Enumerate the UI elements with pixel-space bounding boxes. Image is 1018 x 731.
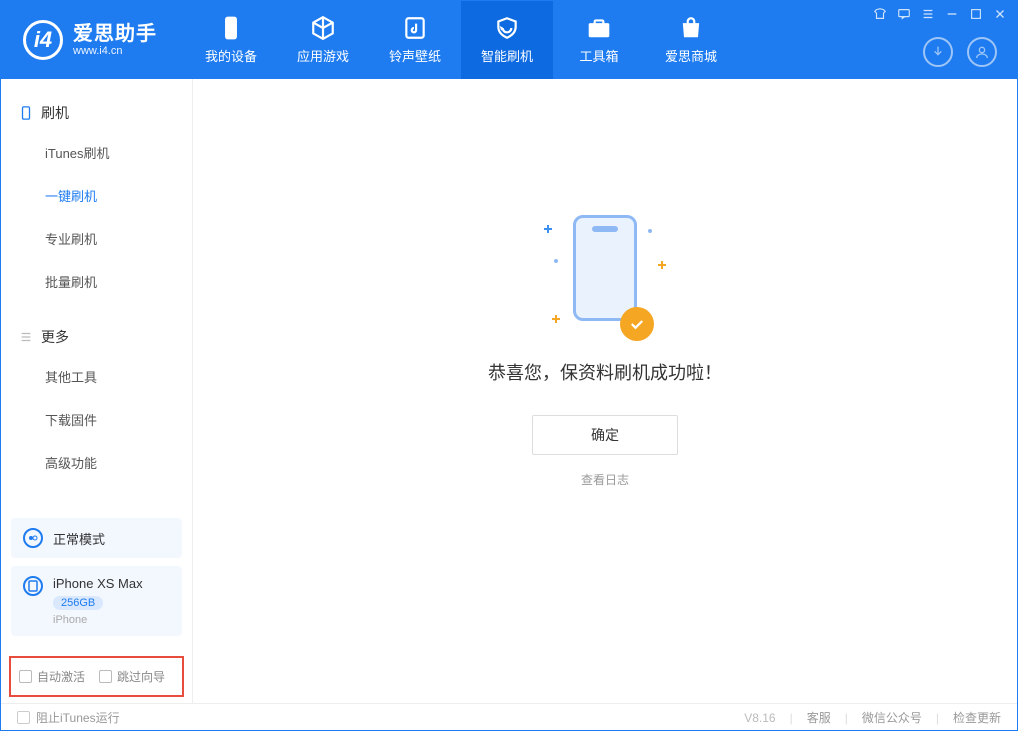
window-controls bbox=[873, 7, 1007, 21]
app-title: 爱思助手 bbox=[73, 23, 157, 45]
view-log-link[interactable]: 查看日志 bbox=[581, 471, 629, 488]
mode-label: 正常模式 bbox=[53, 529, 105, 548]
sidebar-section-more: 更多 其他工具 下载固件 高级功能 bbox=[1, 303, 192, 484]
sidebar: 刷机 iTunes刷机 一键刷机 专业刷机 批量刷机 更多 其他工具 下载固件 … bbox=[1, 79, 193, 703]
list-icon bbox=[19, 330, 33, 344]
success-illustration bbox=[562, 215, 648, 335]
sparkle-icon bbox=[552, 315, 560, 323]
check-badge-icon bbox=[620, 307, 654, 341]
ok-button[interactable]: 确定 bbox=[532, 415, 678, 455]
device-name: iPhone XS Max bbox=[53, 576, 143, 591]
sidebar-head-more: 更多 bbox=[1, 319, 192, 355]
cube-icon bbox=[310, 15, 336, 41]
tab-label: 我的设备 bbox=[205, 46, 257, 65]
shopping-bag-icon bbox=[678, 15, 704, 41]
separator: | bbox=[936, 711, 939, 725]
tab-my-device[interactable]: 我的设备 bbox=[185, 1, 277, 79]
user-icon[interactable] bbox=[967, 37, 997, 67]
tab-ringtone-wallpaper[interactable]: 铃声壁纸 bbox=[369, 1, 461, 79]
sidebar-section-flash: 刷机 iTunes刷机 一键刷机 专业刷机 批量刷机 bbox=[1, 79, 192, 303]
sidebar-item-download-firmware[interactable]: 下载固件 bbox=[1, 398, 192, 441]
sidebar-item-itunes-flash[interactable]: iTunes刷机 bbox=[1, 131, 192, 174]
refresh-shield-icon bbox=[494, 15, 520, 41]
tab-label: 爱思商城 bbox=[665, 46, 717, 65]
success-message: 恭喜您，保资料刷机成功啦！ bbox=[488, 359, 722, 385]
checkbox-label: 跳过向导 bbox=[117, 668, 165, 685]
mode-card[interactable]: 正常模式 bbox=[11, 518, 182, 558]
tab-label: 铃声壁纸 bbox=[389, 46, 441, 65]
phone-outline-icon bbox=[573, 215, 637, 321]
device-small-icon bbox=[19, 106, 33, 120]
maximize-icon[interactable] bbox=[969, 7, 983, 21]
sparkle-icon bbox=[658, 261, 666, 269]
top-tabs: 我的设备 应用游戏 铃声壁纸 智能刷机 工具箱 爱思商城 bbox=[185, 1, 737, 79]
minimize-icon[interactable] bbox=[945, 7, 959, 21]
customer-service-link[interactable]: 客服 bbox=[807, 709, 831, 726]
download-icon[interactable] bbox=[923, 37, 953, 67]
checkbox-skip-guide[interactable]: 跳过向导 bbox=[99, 668, 165, 685]
app-header: i4 爱思助手 www.i4.cn 我的设备 应用游戏 铃声壁纸 智能刷机 工具… bbox=[1, 1, 1017, 79]
logo-text: 爱思助手 www.i4.cn bbox=[73, 23, 157, 57]
app-body: 刷机 iTunes刷机 一键刷机 专业刷机 批量刷机 更多 其他工具 下载固件 … bbox=[1, 79, 1017, 703]
sidebar-section-title: 更多 bbox=[41, 327, 69, 347]
status-bar: 阻止iTunes运行 V8.16 | 客服 | 微信公众号 | 检查更新 bbox=[1, 703, 1017, 731]
checkbox-icon[interactable] bbox=[99, 670, 112, 683]
tab-label: 工具箱 bbox=[579, 46, 618, 65]
skin-icon[interactable] bbox=[873, 7, 887, 21]
menu-icon[interactable] bbox=[921, 7, 935, 21]
app-subtitle: www.i4.cn bbox=[73, 45, 157, 57]
separator: | bbox=[845, 711, 848, 725]
device-cards: 正常模式 iPhone XS Max 256GB iPhone bbox=[1, 508, 192, 654]
sidebar-item-pro-flash[interactable]: 专业刷机 bbox=[1, 217, 192, 260]
dot-icon bbox=[648, 229, 652, 233]
tab-label: 应用游戏 bbox=[297, 46, 349, 65]
sidebar-item-other-tools[interactable]: 其他工具 bbox=[1, 355, 192, 398]
logo-area: i4 爱思助手 www.i4.cn bbox=[1, 1, 175, 79]
footer-right: V8.16 | 客服 | 微信公众号 | 检查更新 bbox=[744, 709, 1001, 726]
main-content: 恭喜您，保资料刷机成功啦！ 确定 查看日志 bbox=[193, 79, 1017, 703]
sidebar-item-batch-flash[interactable]: 批量刷机 bbox=[1, 260, 192, 303]
device-card[interactable]: iPhone XS Max 256GB iPhone bbox=[11, 566, 182, 636]
checkbox-icon[interactable] bbox=[17, 711, 30, 724]
tab-label: 智能刷机 bbox=[481, 46, 533, 65]
sidebar-head-flash: 刷机 bbox=[1, 95, 192, 131]
checkbox-icon[interactable] bbox=[19, 670, 32, 683]
device-info: iPhone XS Max 256GB iPhone bbox=[53, 576, 143, 626]
version-label: V8.16 bbox=[744, 711, 775, 725]
separator: | bbox=[790, 711, 793, 725]
block-itunes-label[interactable]: 阻止iTunes运行 bbox=[36, 709, 120, 726]
dot-icon bbox=[554, 259, 558, 263]
sidebar-item-oneclick-flash[interactable]: 一键刷机 bbox=[1, 174, 192, 217]
device-storage-badge: 256GB bbox=[53, 596, 103, 610]
header-right-icons bbox=[923, 37, 997, 67]
device-type: iPhone bbox=[53, 614, 143, 626]
tab-store[interactable]: 爱思商城 bbox=[645, 1, 737, 79]
tab-apps-games[interactable]: 应用游戏 bbox=[277, 1, 369, 79]
check-update-link[interactable]: 检查更新 bbox=[953, 709, 1001, 726]
feedback-icon[interactable] bbox=[897, 7, 911, 21]
sparkle-icon bbox=[544, 225, 552, 233]
tab-toolbox[interactable]: 工具箱 bbox=[553, 1, 645, 79]
sidebar-section-title: 刷机 bbox=[41, 103, 69, 123]
wechat-link[interactable]: 微信公众号 bbox=[862, 709, 922, 726]
sidebar-item-advanced[interactable]: 高级功能 bbox=[1, 441, 192, 484]
phone-icon bbox=[218, 15, 244, 41]
highlighted-options-box: 自动激活 跳过向导 bbox=[9, 656, 184, 697]
logo-icon: i4 bbox=[23, 20, 63, 60]
device-card-icon bbox=[23, 576, 43, 596]
toolbox-icon bbox=[586, 15, 612, 41]
close-icon[interactable] bbox=[993, 7, 1007, 21]
checkbox-label: 自动激活 bbox=[37, 668, 85, 685]
checkbox-auto-activate[interactable]: 自动激活 bbox=[19, 668, 85, 685]
music-note-icon bbox=[402, 15, 428, 41]
mode-icon bbox=[23, 528, 43, 548]
tab-smart-flash[interactable]: 智能刷机 bbox=[461, 1, 553, 79]
